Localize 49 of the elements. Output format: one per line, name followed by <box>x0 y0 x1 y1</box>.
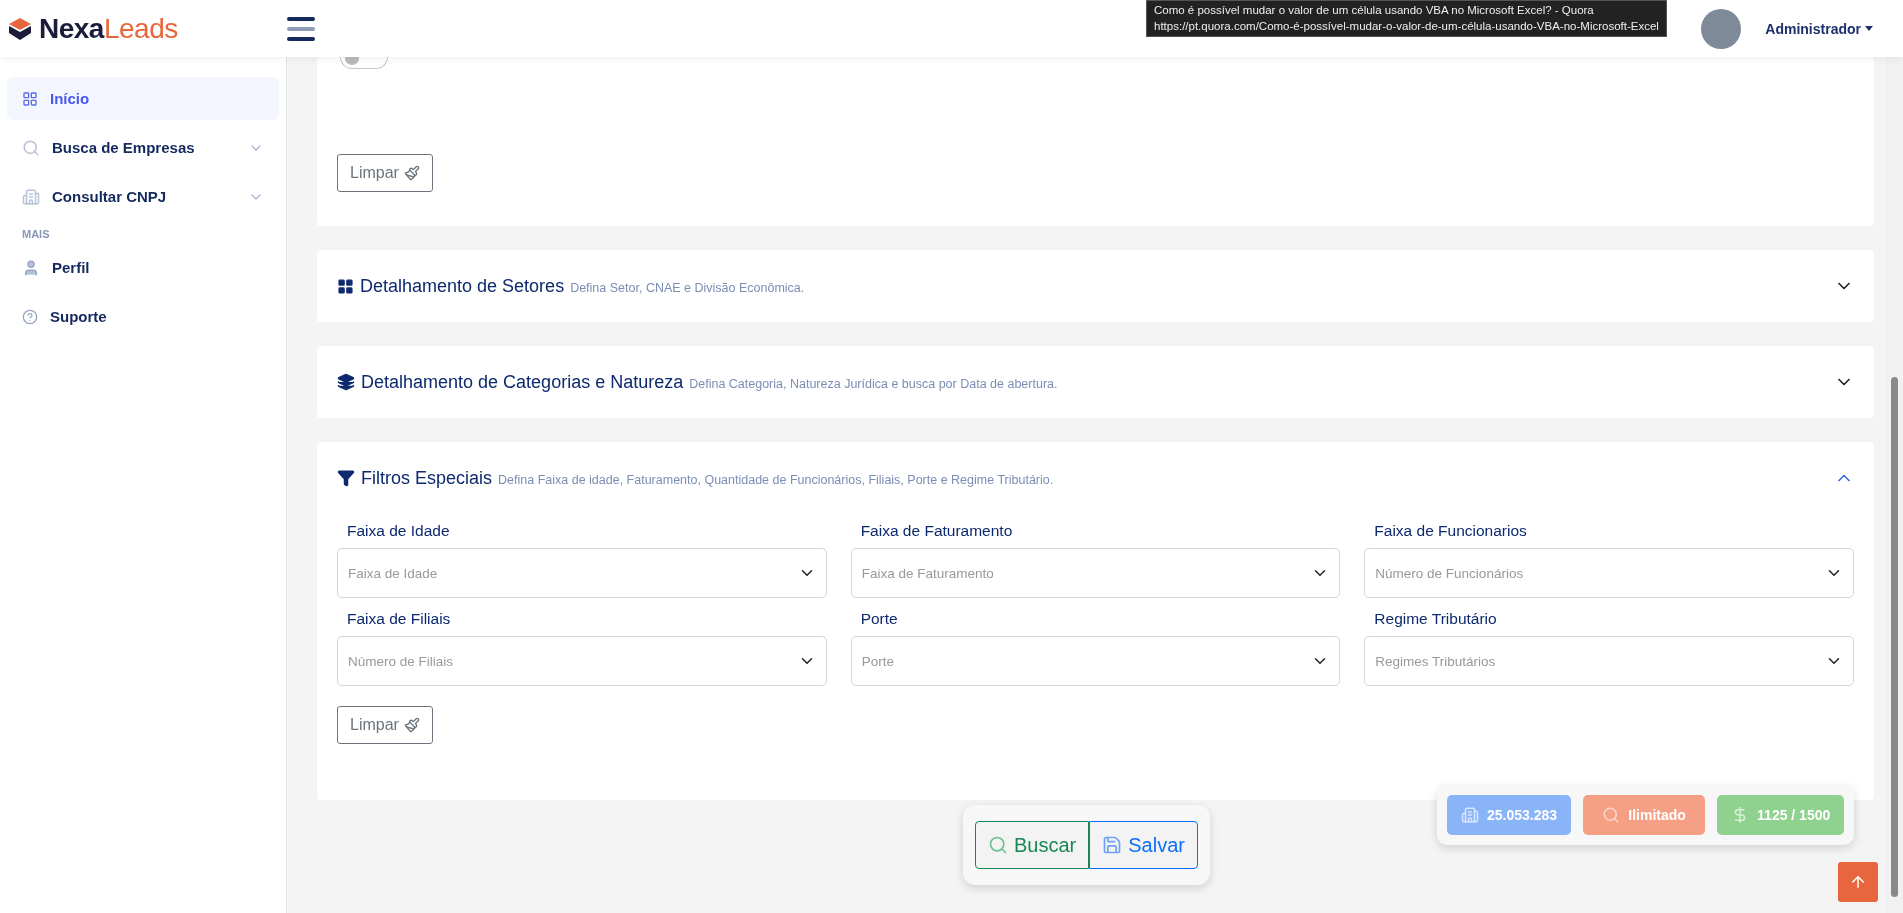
link-tooltip: Como é possível mudar o valor de um célula usando VBA no Microsoft Excel? - Quora https://pt.quora.com/Como-é-possível-mudar-o-valor-de-um-célula-usando-VBA-no-Microsoft-Excel <box>1146 0 1667 37</box>
stat-badge: 1125 / 1500 <box>1717 795 1845 835</box>
nav-item[interactable]: Suporte <box>7 295 279 338</box>
avatar[interactable] <box>1701 8 1742 49</box>
section-header[interactable]: Detalhamento de Categorias e Natureza Defina Categoria, Natureza Jurídica e busca por Data de abertura. <box>317 346 1874 418</box>
section-header[interactable]: Detalhamento de Setores Defina Setor, CNAE e Divisão Econômica. <box>317 250 1874 322</box>
section-header[interactable]: Filtros Especiais Defina Faixa de idade, Faturamento, Quantidade de Funcionários, Filiais, Porte e Regime Tributário. <box>317 442 1874 514</box>
clear-button[interactable]: Limpar <box>337 154 433 192</box>
select-field[interactable]: Porte <box>850 636 1341 686</box>
field-label: Faixa de Idade <box>347 522 451 540</box>
select-field[interactable]: Faixa de Idade <box>337 548 827 598</box>
field-label: Porte <box>860 610 899 628</box>
brush-icon <box>403 165 420 181</box>
nav-heading: MAIS <box>21 227 51 240</box>
logo-icon <box>7 15 33 42</box>
save-button[interactable]: Salvar <box>1089 821 1198 869</box>
menu-button[interactable] <box>287 16 315 41</box>
select-field[interactable]: Número de Funcionários <box>1364 548 1854 598</box>
brush-icon <box>403 717 420 733</box>
select-field[interactable]: Regimes Tributários <box>1364 636 1854 686</box>
user-icon <box>22 258 40 277</box>
save-icon <box>1102 835 1123 855</box>
search-icon <box>988 835 1008 855</box>
nav-item[interactable]: Início <box>7 77 279 120</box>
building-icon <box>22 187 40 206</box>
search-icon <box>22 138 40 157</box>
nav-item[interactable]: Consultar CNPJ <box>7 175 279 218</box>
scroll-top-button[interactable] <box>1838 862 1878 902</box>
search-button[interactable]: Buscar <box>975 821 1090 869</box>
clear-button[interactable]: Limpar <box>337 706 433 744</box>
filter-icon <box>337 469 355 487</box>
field-label: Faixa de Funcionarios <box>1374 522 1528 540</box>
logo-text: NexaLeads <box>39 12 178 45</box>
grid-icon <box>337 277 354 295</box>
user-menu[interactable]: Administrador <box>1759 19 1879 38</box>
search-icon <box>1602 806 1621 824</box>
nav-item[interactable]: Busca de Empresas <box>7 126 279 169</box>
field-label: Regime Tributário <box>1374 610 1498 628</box>
select-field[interactable]: Faixa de Faturamento <box>850 548 1341 598</box>
stat-badge: 25.053.283 <box>1447 795 1572 835</box>
nav-item[interactable]: Perfil <box>7 246 279 289</box>
building-icon <box>1461 806 1479 824</box>
grid-icon <box>22 90 38 107</box>
select-field[interactable]: Número de Filiais <box>337 636 827 686</box>
stat-badge: Ilimitado <box>1583 795 1706 835</box>
field-label: Faixa de Filiais <box>347 610 452 628</box>
layers-icon <box>337 373 355 391</box>
help-icon <box>22 308 38 325</box>
field-label: Faixa de Faturamento <box>860 522 1014 540</box>
